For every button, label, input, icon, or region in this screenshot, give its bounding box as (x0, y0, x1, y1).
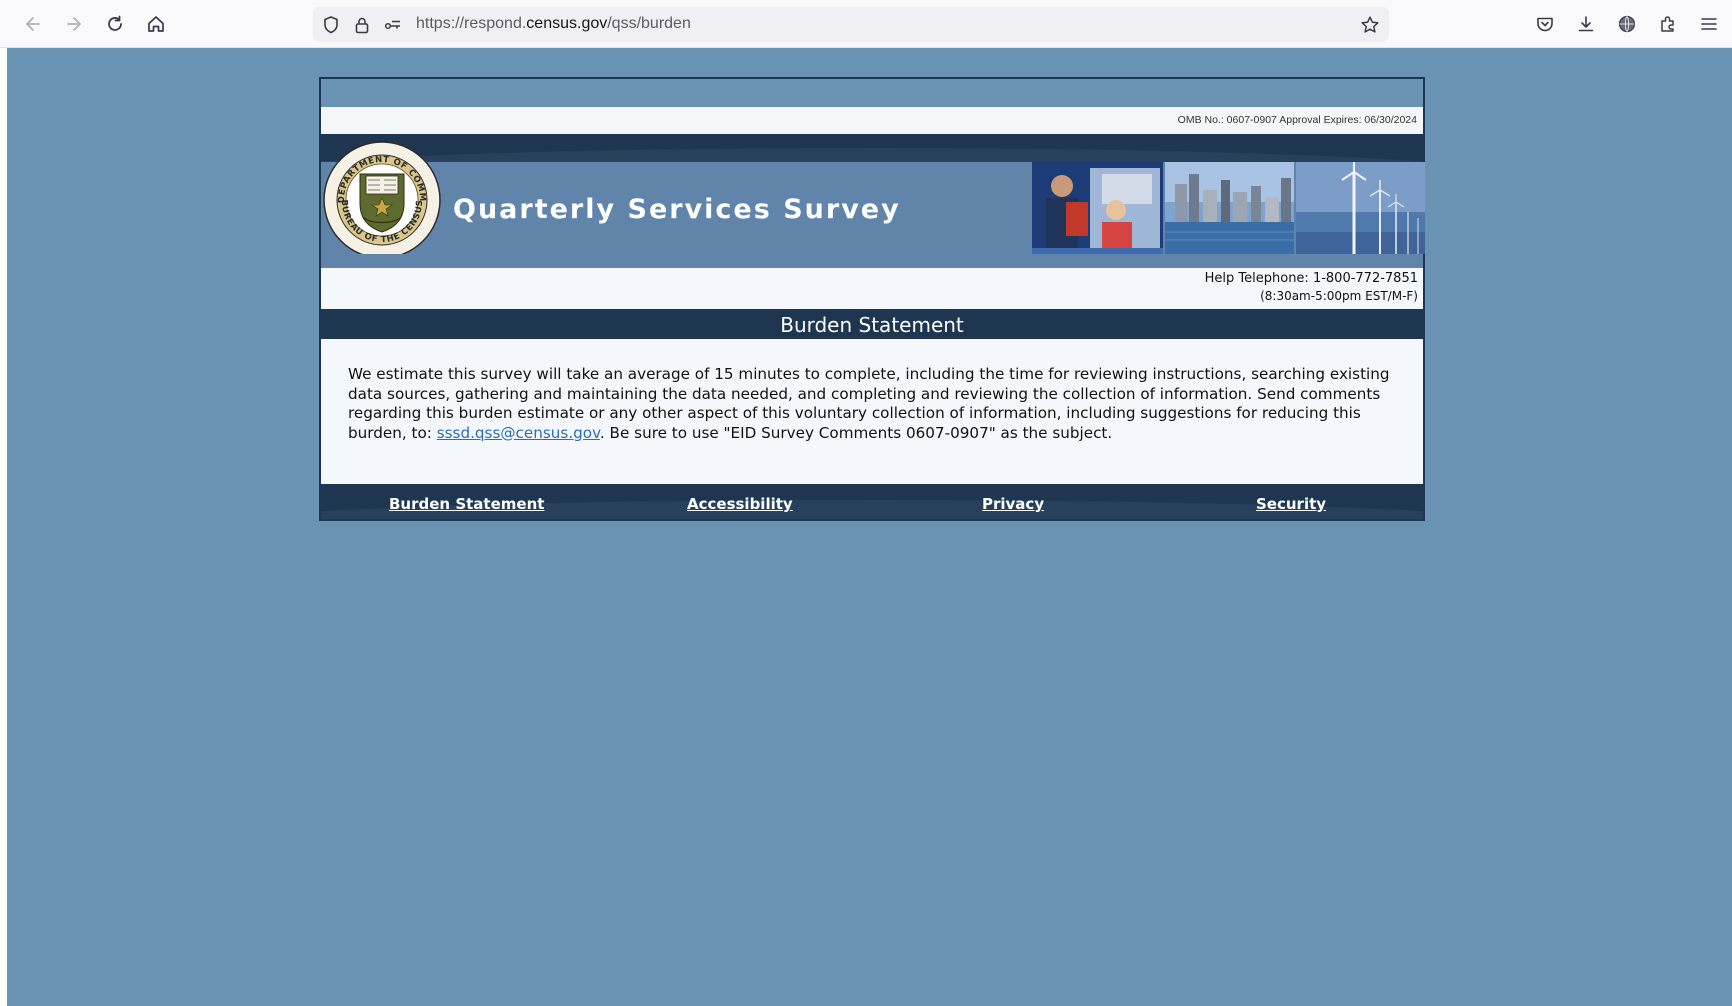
pocket-icon (1537, 17, 1553, 32)
top-strip (321, 79, 1423, 107)
help-telephone: Help Telephone: 1-800-772-7851 (1204, 271, 1418, 286)
forward-button[interactable] (60, 10, 88, 38)
survey-container: OMB No.: 0607-0907 Approval Expires: 06/… (319, 77, 1425, 521)
wind-turbines-photo (1296, 162, 1425, 254)
survey-title: Quarterly Services Survey (453, 194, 901, 225)
extensions-button[interactable] (1656, 12, 1680, 36)
forward-arrow-icon (67, 17, 81, 31)
hamburger-menu-icon (1701, 18, 1717, 30)
back-button[interactable] (19, 10, 47, 38)
home-icon (148, 16, 164, 32)
bookmark-star-icon[interactable] (1360, 15, 1380, 35)
section-title-band: Burden Statement (321, 309, 1423, 339)
puzzle-piece-icon (1661, 16, 1674, 32)
back-arrow-icon (26, 17, 40, 31)
download-icon (1578, 16, 1594, 32)
url-prefix: https://respond. (416, 15, 527, 32)
city-skyline-photo (1165, 162, 1294, 254)
help-hours: (8:30am-5:00pm EST/M-F) (1260, 289, 1418, 303)
header-top-band (321, 134, 1423, 162)
section-title: Burden Statement (780, 313, 964, 337)
burden-statement-body: We estimate this survey will take an ave… (321, 339, 1423, 484)
omb-approval-text: OMB No.: 0607-0907 Approval Expires: 06/… (1177, 114, 1417, 126)
footer-link-burden-statement[interactable]: Burden Statement (389, 495, 544, 513)
account-globe-icon (1618, 15, 1636, 33)
reload-button[interactable] (101, 10, 129, 38)
browser-toolbar: https://respond.census.gov/qss/burden (0, 0, 1732, 48)
header-photo-base (321, 254, 1423, 268)
pocket-button[interactable] (1533, 12, 1557, 36)
footer-link-accessibility[interactable]: Accessibility (687, 495, 793, 513)
address-bar[interactable]: https://respond.census.gov/qss/burden (313, 7, 1389, 42)
workers-photo (1032, 162, 1163, 254)
downloads-button[interactable] (1574, 12, 1598, 36)
app-menu-button[interactable] (1697, 12, 1721, 36)
help-info-band: Help Telephone: 1-800-772-7851 (8:30am-5… (321, 268, 1423, 310)
footer-nav: Burden Statement Accessibility Privacy S… (321, 484, 1423, 519)
url-path: /qss/burden (607, 15, 691, 32)
burden-statement-text: We estimate this survey will take an ave… (348, 365, 1408, 443)
footer-link-security[interactable]: Security (1256, 495, 1326, 513)
site-permissions-icon[interactable] (383, 15, 403, 35)
burden-text-part2: . Be sure to use "EID Survey Comments 06… (599, 423, 1113, 442)
footer-link-privacy[interactable]: Privacy (982, 495, 1044, 513)
omb-strip: OMB No.: 0607-0907 Approval Expires: 06/… (321, 107, 1423, 134)
census-bureau-seal-logo: U.S. DEPARTMENT OF COMMERCE BUREAU OF TH… (322, 140, 441, 259)
url-domain: census.gov (526, 15, 608, 32)
home-button[interactable] (142, 10, 170, 38)
padlock-icon[interactable] (352, 15, 372, 35)
reload-icon (108, 15, 122, 31)
tracking-protection-shield-icon[interactable] (321, 15, 341, 35)
email-link[interactable]: sssd.qss@census.gov (437, 424, 600, 442)
account-button[interactable] (1615, 12, 1639, 36)
url-text[interactable]: https://respond.census.gov/qss/burden (416, 15, 691, 33)
